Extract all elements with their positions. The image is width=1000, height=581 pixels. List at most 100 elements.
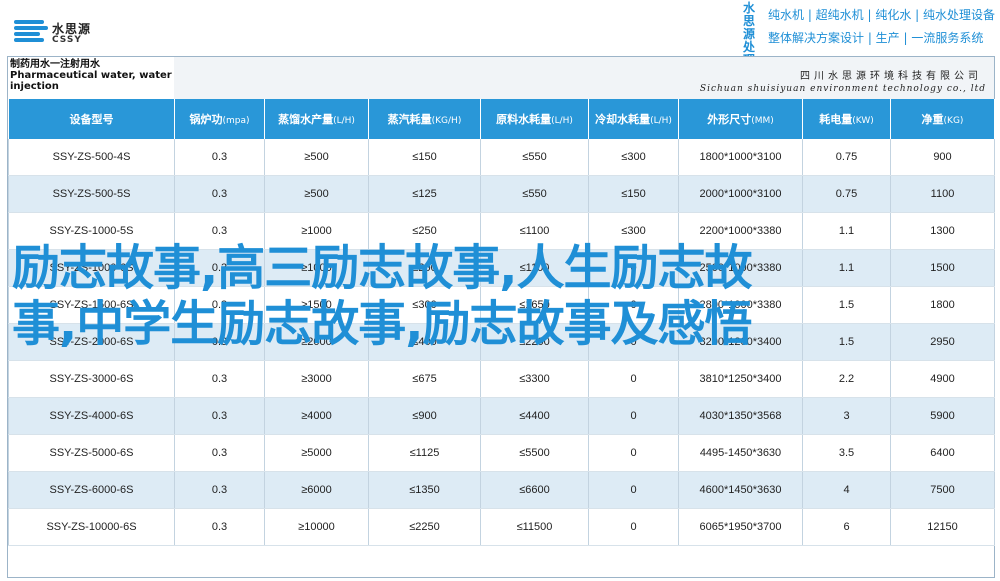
col-header-dimensions: 外形尺寸(MM) <box>678 99 803 139</box>
cell-dimensions: 6065*1950*3700 <box>678 508 803 546</box>
cell-weight: 1800 <box>890 286 995 324</box>
cell-model: SSY-ZS-1000-5S <box>8 212 175 250</box>
cell-output: ≥10000 <box>264 508 369 546</box>
cell-output: ≥500 <box>264 175 369 213</box>
cell-weight: 1100 <box>890 175 995 213</box>
cell-pressure: 0.3 <box>174 249 265 287</box>
sheet-title: 制药用水一注射用水 Pharmaceutical water, water fo… <box>8 57 192 99</box>
cell-coolwater: 0 <box>588 249 679 287</box>
cell-steam: ≤200 <box>368 249 481 287</box>
cell-output: ≥6000 <box>264 471 369 509</box>
cell-pressure: 0.3 <box>174 508 265 546</box>
cell-pressure: 0.3 <box>174 286 265 324</box>
cell-weight: 900 <box>890 139 995 176</box>
cell-weight: 4900 <box>890 360 995 398</box>
cell-model: SSY-ZS-6000-6S <box>8 471 175 509</box>
cell-weight: 6400 <box>890 434 995 472</box>
table-row: SSY-ZS-4000-6S 0.3 ≥4000 ≤900 ≤4400 0 4030*135… <box>8 397 995 435</box>
company-name-cn: 四川水思源环境科技有限公司 <box>800 71 982 82</box>
table-row: SSY-ZS-500-5S 0.3 ≥500 ≤125 ≤550 ≤150 2000*100… <box>8 175 995 213</box>
cell-power: 1.5 <box>802 286 891 324</box>
cell-feedwater: ≤3300 <box>480 360 589 398</box>
cell-feedwater: ≤11500 <box>480 508 589 546</box>
col-header-pressure: 锅炉功(mpa) <box>174 99 265 139</box>
cell-coolwater: 0 <box>588 397 679 435</box>
cell-coolwater: ≤150 <box>588 175 679 213</box>
table-header-row: 设备型号 锅炉功(mpa) 蒸馏水产量(L/H) 蒸汽耗量(KG/H) 原料水耗… <box>8 99 995 139</box>
cell-power: 3 <box>802 397 891 435</box>
cell-pressure: 0.3 <box>174 323 265 361</box>
company-name-en: Sichuan shuisiyuan environment technolog… <box>699 84 986 94</box>
cell-model: SSY-ZS-10000-6S <box>8 508 175 546</box>
cell-pressure: 0.3 <box>174 397 265 435</box>
cell-dimensions: 2000*1000*3100 <box>678 175 803 213</box>
cell-coolwater: 0 <box>588 508 679 546</box>
sheet-title-en-2: injection <box>10 81 59 92</box>
cell-feedwater: ≤5500 <box>480 434 589 472</box>
brand-tagline: 纯水机 | 超纯水机 | 纯化水 | 纯水处理设备 整体解决方案设计 | 生产 … <box>768 4 995 50</box>
cell-feedwater: ≤1100 <box>480 249 589 287</box>
cell-weight: 5900 <box>890 397 995 435</box>
cell-dimensions: 3200*1200*3400 <box>678 323 803 361</box>
cell-dimensions: 4600*1450*3630 <box>678 471 803 509</box>
cell-steam: ≤150 <box>368 139 481 176</box>
col-header-model: 设备型号 <box>8 99 175 139</box>
cell-weight: 1500 <box>890 249 995 287</box>
sheet-title-en-1: Pharmaceutical water, water for <box>10 70 192 81</box>
cell-steam: ≤1350 <box>368 471 481 509</box>
cell-steam: ≤300 <box>368 286 481 324</box>
cell-feedwater: ≤550 <box>480 139 589 176</box>
cell-model: SSY-ZS-1500-6S <box>8 286 175 324</box>
cell-coolwater: ≤300 <box>588 212 679 250</box>
cell-dimensions: 4495-1450*3630 <box>678 434 803 472</box>
col-header-output: 蒸馏水产量(L/H) <box>264 99 369 139</box>
logo-text-en: CSSY <box>52 35 82 45</box>
cell-power: 1.1 <box>802 212 891 250</box>
cell-dimensions: 4030*1350*3568 <box>678 397 803 435</box>
cell-output: ≥500 <box>264 139 369 176</box>
cell-model: SSY-ZS-500-4S <box>8 139 175 176</box>
cell-power: 3.5 <box>802 434 891 472</box>
cell-steam: ≤1125 <box>368 434 481 472</box>
company-logo: 水思源 CSSY <box>14 18 124 50</box>
cell-weight: 2950 <box>890 323 995 361</box>
cell-pressure: 0.3 <box>174 139 265 176</box>
cell-dimensions: 3810*1250*3400 <box>678 360 803 398</box>
cell-pressure: 0.3 <box>174 434 265 472</box>
cell-pressure: 0.3 <box>174 212 265 250</box>
cell-dimensions: 2800*1000*3380 <box>678 286 803 324</box>
cell-output: ≥5000 <box>264 434 369 472</box>
cell-coolwater: 0 <box>588 323 679 361</box>
cell-coolwater: ≤300 <box>588 139 679 176</box>
cell-power: 6 <box>802 508 891 546</box>
cell-steam: ≤675 <box>368 360 481 398</box>
cell-model: SSY-ZS-2000-6S <box>8 323 175 361</box>
table-row: SSY-ZS-1000-5S 0.3 ≥1000 ≤250 ≤1100 ≤300 2200*… <box>8 212 995 250</box>
cell-power: 4 <box>802 471 891 509</box>
sheet-title-cn: 制药用水一注射用水 <box>10 59 100 70</box>
cell-power: 1.5 <box>802 323 891 361</box>
cell-model: SSY-ZS-500-5S <box>8 175 175 213</box>
col-header-feedwater: 原料水耗量(L/H) <box>480 99 589 139</box>
table-row: SSY-ZS-500-4S 0.3 ≥500 ≤150 ≤550 ≤300 1800*100… <box>8 139 995 176</box>
spec-sheet: 制药用水一注射用水 Pharmaceutical water, water fo… <box>7 56 995 578</box>
cell-pressure: 0.3 <box>174 175 265 213</box>
cell-feedwater: ≤6600 <box>480 471 589 509</box>
cell-weight: 7500 <box>890 471 995 509</box>
col-header-power: 耗电量(KW) <box>802 99 891 139</box>
logo-wave-icon <box>14 20 48 44</box>
spec-table: 设备型号 锅炉功(mpa) 蒸馏水产量(L/H) 蒸汽耗量(KG/H) 原料水耗… <box>8 99 995 546</box>
cell-coolwater: 0 <box>588 434 679 472</box>
brand-tagline-products: 纯水机 | 超纯水机 | 纯化水 | 纯水处理设备 <box>768 8 996 22</box>
cell-feedwater: ≤2200 <box>480 323 589 361</box>
cell-power: 1.1 <box>802 249 891 287</box>
cell-coolwater: 0 <box>588 471 679 509</box>
table-row: SSY-ZS-3000-6S 0.3 ≥3000 ≤675 ≤3300 0 3810*125… <box>8 360 995 398</box>
col-header-coolwater: 冷却水耗量(L/H) <box>588 99 679 139</box>
cell-output: ≥1500 <box>264 286 369 324</box>
table-row: SSY-ZS-5000-6S 0.3 ≥5000 ≤1125 ≤5500 0 4495-14… <box>8 434 995 472</box>
table-row: SSY-ZS-2000-6S 0.3 ≥2000 ≤400 ≤2200 0 3200*120… <box>8 323 995 361</box>
company-band: 四川水思源环境科技有限公司 Sichuan shuisiyuan environ… <box>174 57 994 99</box>
brand-tagline-services: 整体解决方案设计 | 生产 | 一流服务系统 <box>768 31 984 45</box>
cell-pressure: 0.3 <box>174 360 265 398</box>
